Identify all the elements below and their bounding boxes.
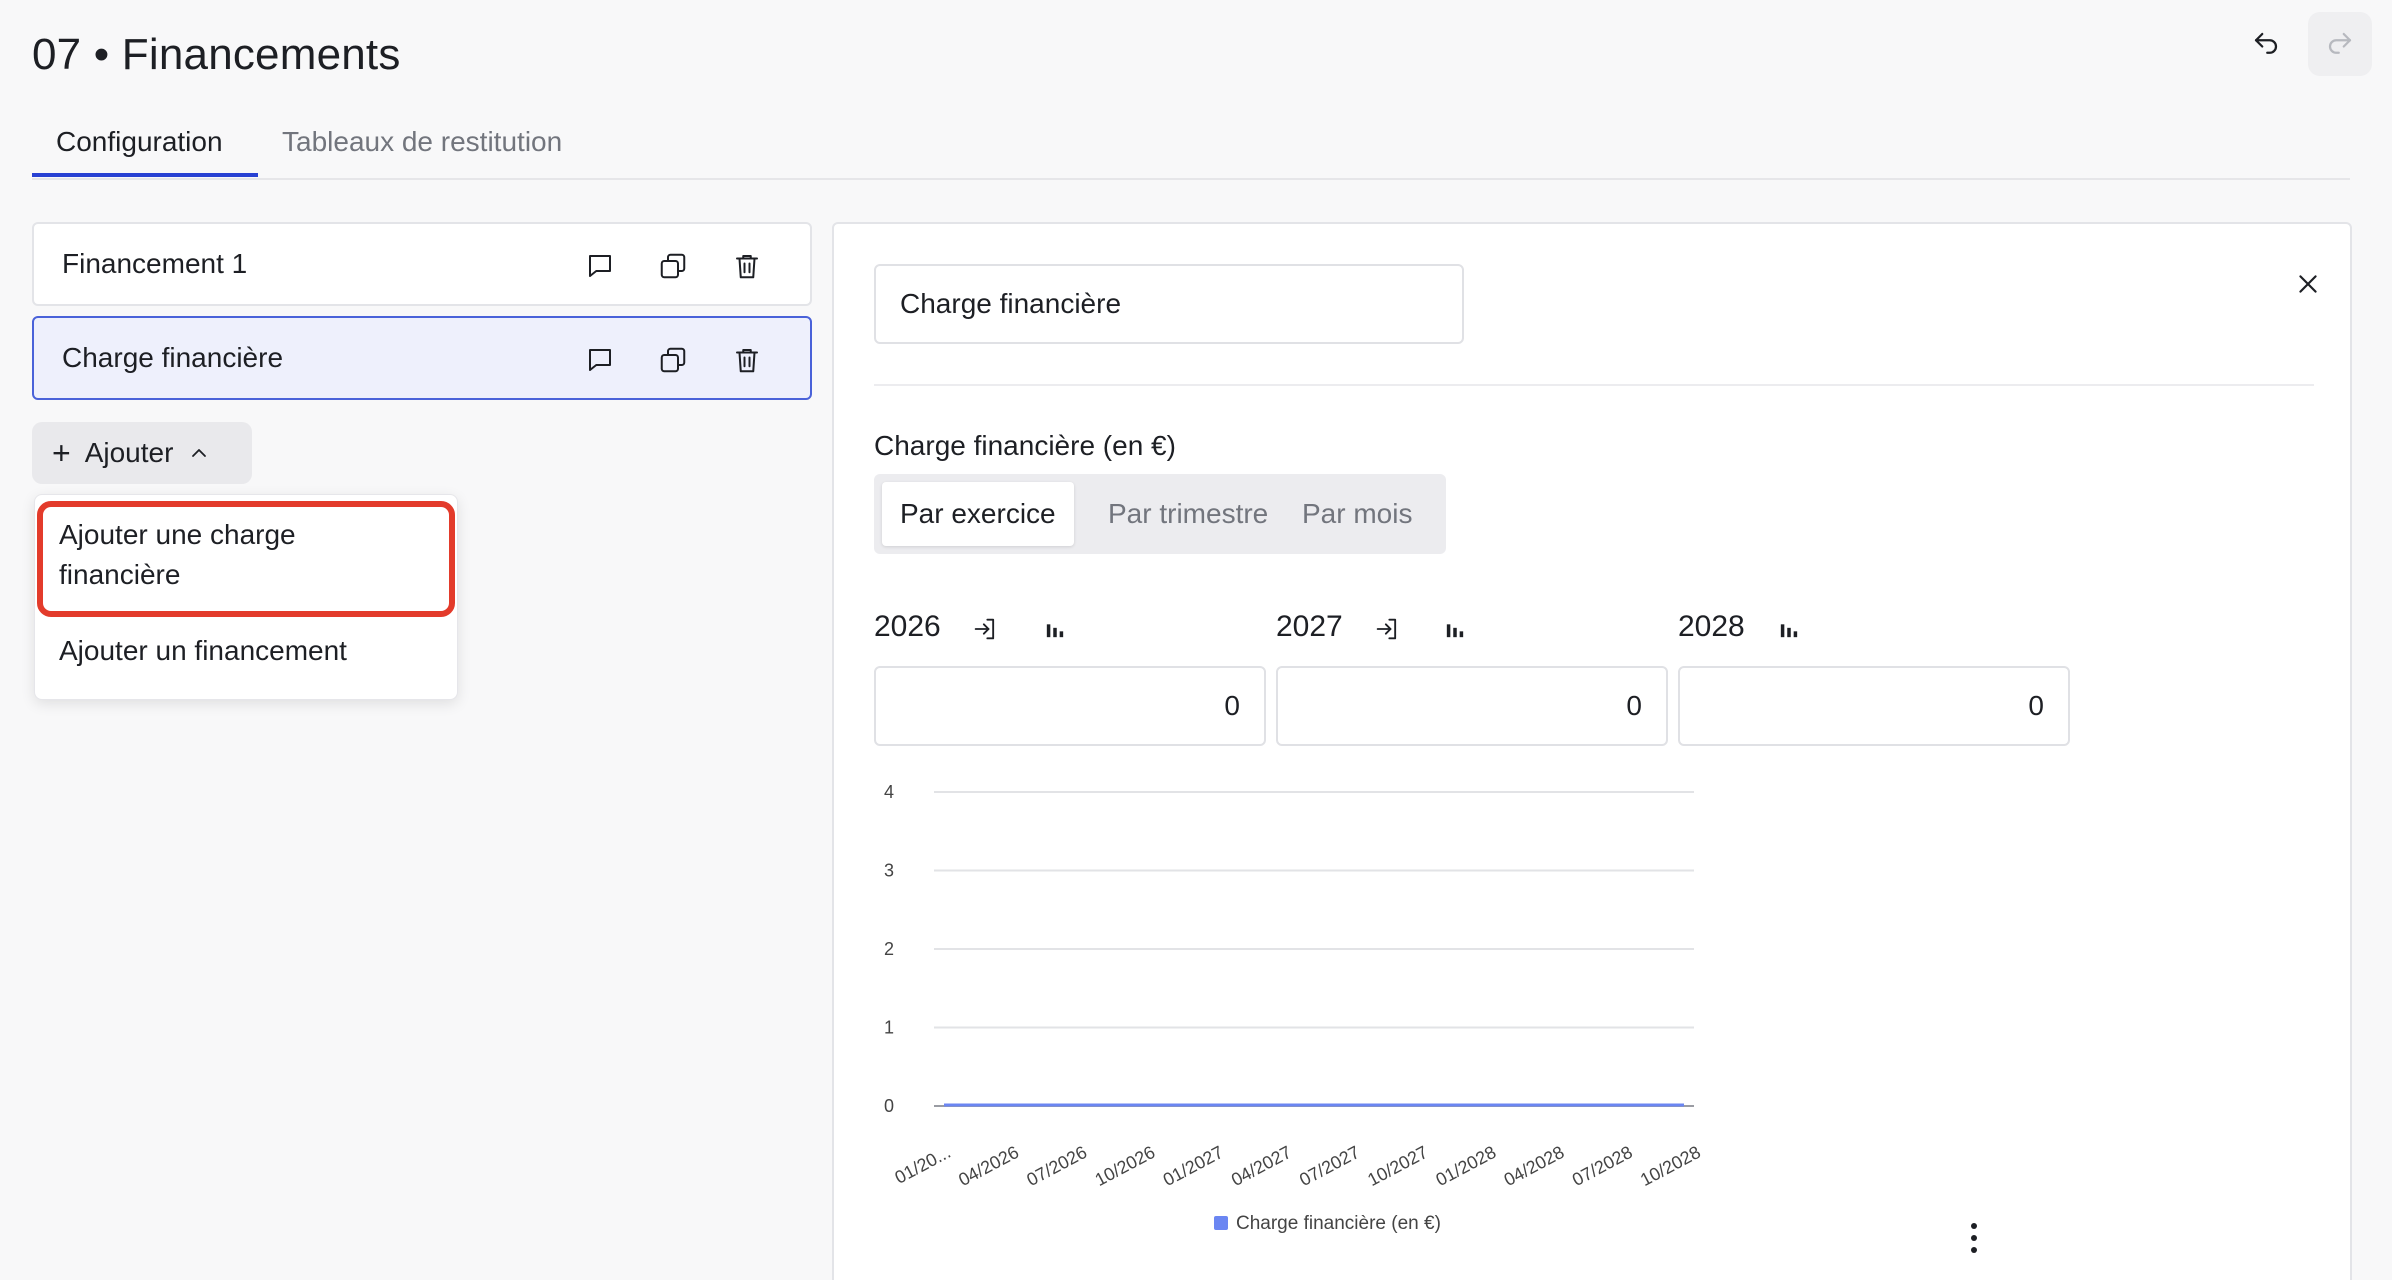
field-label: Charge financière (en €) — [874, 430, 1176, 461]
close-button[interactable] — [2284, 260, 2332, 308]
redo-button[interactable] — [2308, 12, 2372, 76]
comment-button[interactable] — [584, 250, 616, 282]
undo-button[interactable] — [2234, 12, 2298, 76]
bar-chart-icon — [1046, 624, 1064, 638]
active-tab-indicator — [32, 173, 258, 177]
close-icon — [2299, 275, 2317, 293]
duplicate-button[interactable] — [657, 250, 689, 282]
chart-svg: 0123401/20... 04/2026 07/2026 10/2026 01/202… — [884, 782, 1704, 1234]
undo-icon — [2254, 32, 2278, 54]
x-tick-label: 07/2026 — [1023, 1142, 1090, 1190]
segment-par-trimestre[interactable]: Par trimestre — [1090, 482, 1286, 546]
tab-configuration[interactable]: Configuration — [56, 126, 223, 178]
y-tick-label: 1 — [884, 1018, 894, 1038]
comment-icon — [589, 255, 611, 277]
legend-swatch — [1214, 1216, 1228, 1230]
y-tick-label: 2 — [884, 939, 894, 959]
bar-chart-icon — [1446, 624, 1464, 638]
trash-icon — [736, 349, 758, 373]
y-tick-label: 0 — [884, 1096, 894, 1116]
y-tick-label: 4 — [884, 782, 894, 802]
duplicate-icon — [660, 347, 686, 373]
import-button[interactable] — [1372, 614, 1402, 644]
x-tick-label: 04/2028 — [1501, 1142, 1568, 1190]
comment-icon — [589, 349, 611, 371]
list-item-label: Charge financière — [62, 342, 284, 373]
legend-label: Charge financière (en €) — [1236, 1213, 1441, 1234]
duplicate-button[interactable] — [657, 344, 689, 376]
bar-chart-icon — [1780, 624, 1798, 638]
detail-panel: Charge financière Charge financière (en … — [832, 222, 2352, 1280]
duplicate-icon — [660, 253, 686, 279]
x-tick-label: 04/2027 — [1228, 1142, 1295, 1190]
x-tick-label: 01/2027 — [1160, 1142, 1227, 1190]
list-item-label: Financement 1 — [62, 248, 248, 279]
x-tick-label: 07/2028 — [1569, 1142, 1636, 1190]
add-button-label: Ajouter — [84, 437, 174, 468]
y-tick-label: 3 — [884, 861, 894, 881]
x-tick-label: 10/2026 — [1092, 1142, 1159, 1190]
list-item-financement-1[interactable]: Financement 1 — [32, 222, 812, 306]
redo-icon — [2328, 32, 2352, 54]
delete-button[interactable] — [731, 344, 763, 376]
x-tick-label: 07/2027 — [1296, 1142, 1363, 1190]
year-value-input[interactable]: 0 — [1678, 666, 2070, 746]
import-button[interactable] — [970, 614, 1000, 644]
segment-par-mois[interactable]: Par mois — [1284, 482, 1430, 546]
x-tick-label: 01/2028 — [1432, 1142, 1499, 1190]
tab-tableaux-de-restitution[interactable]: Tableaux de restitution — [282, 126, 562, 178]
list-item-charge-financiere[interactable]: Charge financière — [32, 316, 812, 400]
chart-button[interactable] — [1040, 614, 1070, 644]
chart-button[interactable] — [1774, 614, 1804, 644]
year-value-input[interactable]: 0 — [1276, 666, 1668, 746]
dot — [1971, 1235, 1977, 1241]
delete-button[interactable] — [731, 250, 763, 282]
year-label: 2026 — [874, 610, 941, 643]
tab-bar: Configuration Tableaux de restitution — [32, 118, 2350, 180]
x-tick-label: 01/20... — [891, 1142, 953, 1188]
add-button[interactable]: + Ajouter — [32, 422, 252, 484]
year-value-input[interactable]: 0 — [874, 666, 1266, 746]
import-icon — [1376, 618, 1397, 640]
trash-icon — [736, 255, 758, 279]
more-options-button[interactable] — [1956, 1212, 1992, 1264]
chevron-up-icon — [192, 449, 207, 457]
plus-icon: + — [52, 435, 71, 471]
x-tick-label: 10/2028 — [1637, 1142, 1704, 1190]
chart-button[interactable] — [1440, 614, 1470, 644]
page-title: 07 • Financements — [32, 30, 401, 79]
segment-par-exercice[interactable]: Par exercice — [882, 482, 1074, 546]
name-input[interactable]: Charge financière — [874, 264, 1464, 344]
year-label: 2028 — [1678, 610, 1745, 643]
year-label: 2027 — [1276, 610, 1343, 643]
add-dropdown-menu: Ajouter une charge financière Ajouter un… — [34, 494, 458, 700]
import-icon — [974, 618, 995, 640]
period-segmented-control: Par exercice Par trimestre Par mois — [874, 474, 1446, 554]
line-chart: 0 1 2 3 4 01/20... 04/2026 07/2026 10/2026 01/202… — [874, 774, 1974, 1280]
menu-item-add-financement[interactable]: Ajouter un financement — [59, 631, 347, 671]
menu-item-add-charge-financiere[interactable]: Ajouter une charge financière — [59, 515, 419, 595]
dot — [1971, 1247, 1977, 1253]
dot — [1971, 1223, 1977, 1229]
page: 07 • Financements Configuration Tableaux… — [0, 0, 2392, 1280]
x-tick-label: 04/2026 — [955, 1142, 1022, 1190]
divider — [874, 384, 2314, 386]
x-tick-label: 10/2027 — [1364, 1142, 1431, 1190]
comment-button[interactable] — [584, 344, 616, 376]
